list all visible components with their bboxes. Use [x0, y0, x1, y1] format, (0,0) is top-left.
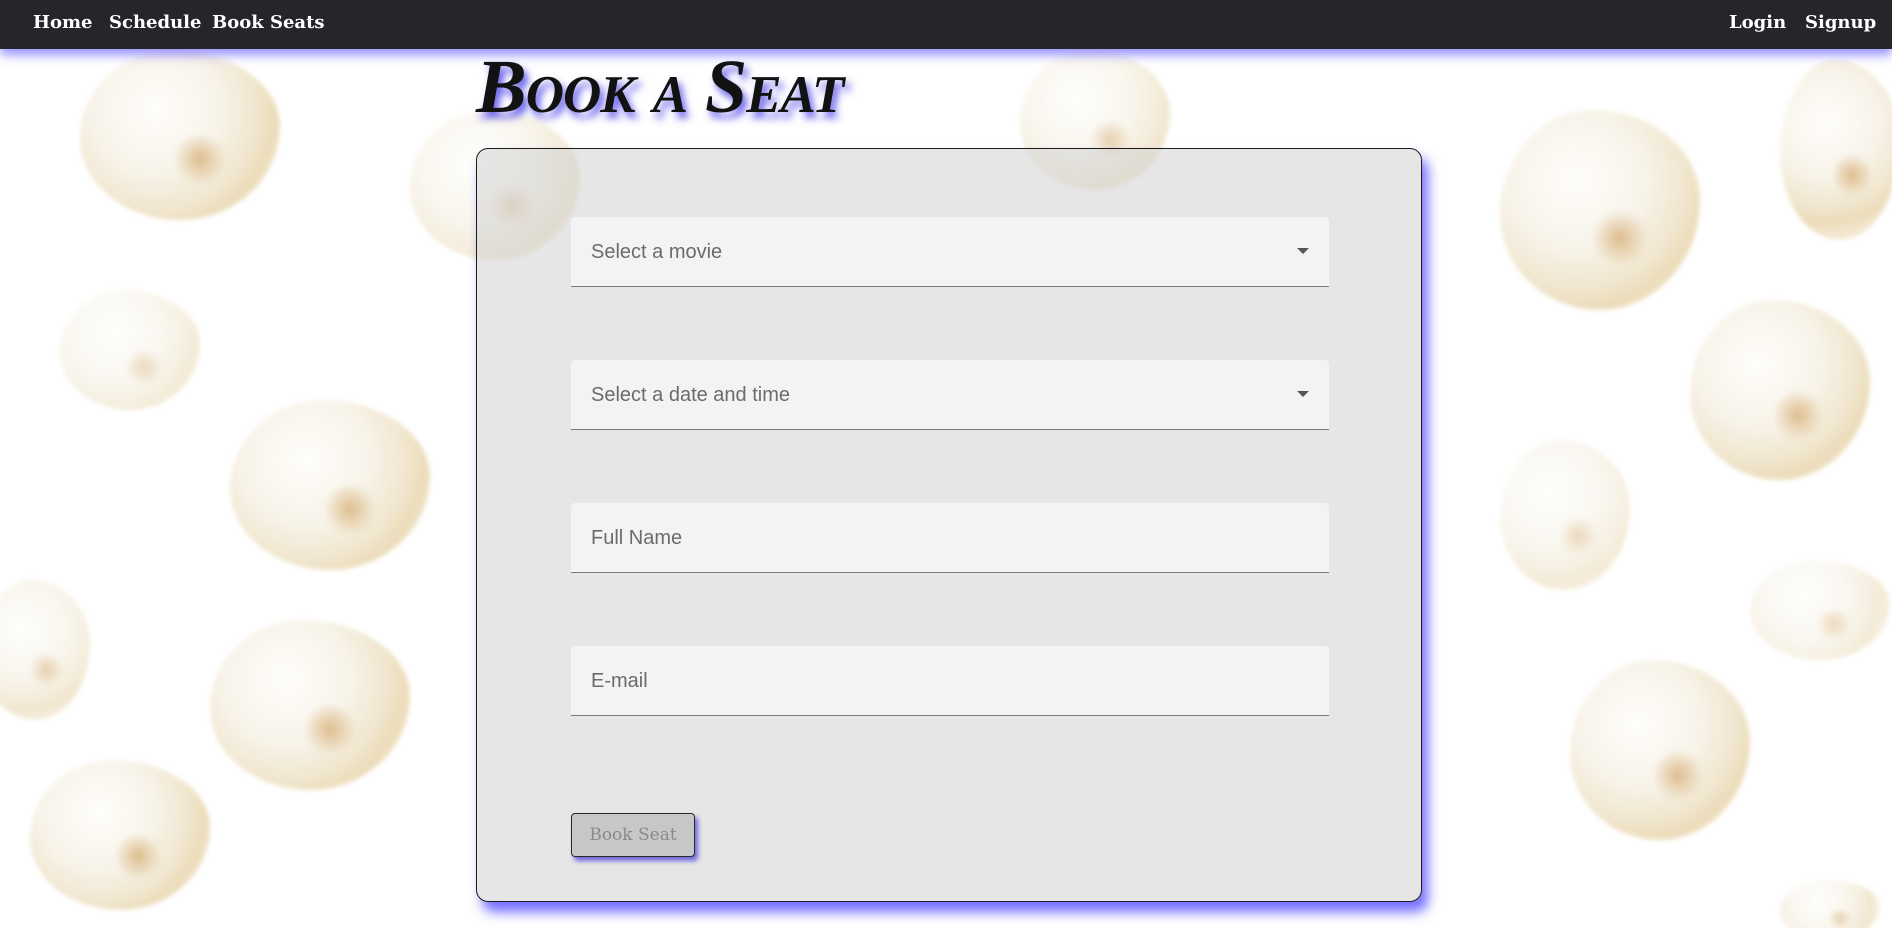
popcorn-decoration — [210, 620, 410, 790]
nav-login-link[interactable]: Login — [1729, 12, 1786, 33]
email-input[interactable]: E-mail — [571, 646, 1329, 716]
movie-select[interactable]: Select a movie — [571, 217, 1329, 287]
popcorn-decoration — [1780, 60, 1892, 240]
popcorn-decoration — [1690, 300, 1870, 480]
booking-form-card: Select a movie Select a date and time Fu… — [476, 148, 1422, 902]
popcorn-decoration — [230, 400, 430, 570]
popcorn-decoration — [1750, 560, 1890, 660]
email-placeholder: E-mail — [591, 670, 648, 692]
chevron-down-icon — [1297, 391, 1309, 397]
chevron-down-icon — [1297, 248, 1309, 254]
popcorn-decoration — [1570, 660, 1750, 840]
nav-schedule-link[interactable]: Schedule — [109, 12, 201, 33]
movie-select-placeholder: Select a movie — [591, 241, 723, 263]
popcorn-decoration — [60, 290, 200, 410]
datetime-select[interactable]: Select a date and time — [571, 360, 1329, 430]
full-name-input[interactable]: Full Name — [571, 503, 1329, 573]
nav-book-seats-link[interactable]: Book Seats — [212, 12, 325, 33]
popcorn-decoration — [1500, 440, 1630, 590]
full-name-placeholder: Full Name — [591, 527, 683, 549]
top-navbar: Home Schedule Book Seats Login Signup — [0, 0, 1892, 49]
book-seat-button[interactable]: Book Seat — [571, 813, 695, 857]
page-title: Book a Seat — [476, 45, 844, 129]
popcorn-decoration — [80, 50, 280, 220]
popcorn-decoration — [30, 760, 210, 910]
nav-signup-link[interactable]: Signup — [1805, 12, 1876, 33]
popcorn-decoration — [1500, 110, 1700, 310]
datetime-select-placeholder: Select a date and time — [591, 384, 791, 406]
popcorn-decoration — [1780, 880, 1880, 928]
popcorn-decoration — [0, 580, 90, 720]
nav-home-link[interactable]: Home — [33, 12, 93, 33]
